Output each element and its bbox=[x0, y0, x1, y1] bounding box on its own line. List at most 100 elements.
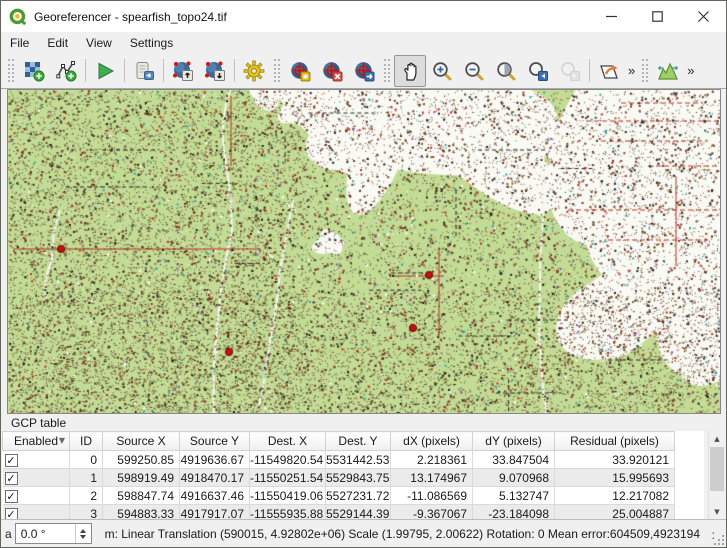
gcp-table-row[interactable]: ✓0599250.854919636.67-11549820.545531442… bbox=[3, 451, 675, 469]
gcp-cell: 2.218361 bbox=[391, 451, 473, 469]
menu-item-view[interactable]: View bbox=[77, 34, 121, 52]
spin-up-icon[interactable] bbox=[80, 529, 86, 533]
zoom-last-button[interactable] bbox=[522, 55, 554, 87]
col-header-residual[interactable]: Residual (pixels) bbox=[555, 432, 675, 451]
gcp-cell: 594883.33 bbox=[103, 505, 180, 520]
col-header-dest-y[interactable]: Dest. Y bbox=[326, 432, 391, 451]
link-georeferencer-button[interactable] bbox=[593, 55, 625, 87]
col-header-dy[interactable]: dY (pixels) bbox=[473, 432, 555, 451]
col-header-source-x[interactable]: Source X bbox=[103, 432, 180, 451]
gcp-enabled-checkbox[interactable]: ✓ bbox=[5, 490, 18, 503]
open-vector-button[interactable] bbox=[50, 55, 82, 87]
gcp-cell: -23.184098 bbox=[473, 505, 555, 520]
gear-icon bbox=[243, 60, 265, 82]
toolbar-overflow-chevron[interactable]: » bbox=[684, 63, 697, 78]
gcp-cell: 598847.74 bbox=[103, 487, 180, 505]
gcp-cell: 4918470.17 bbox=[180, 469, 250, 487]
save-gcp-points-button[interactable] bbox=[199, 55, 231, 87]
pan-button[interactable] bbox=[394, 55, 426, 87]
histogram-stretch-icon bbox=[657, 60, 679, 82]
toolbar-drag-handle[interactable] bbox=[274, 59, 280, 82]
rotation-value[interactable]: 0.0 ° bbox=[16, 527, 75, 541]
minimize-button[interactable] bbox=[588, 1, 634, 32]
zoom-out-button[interactable] bbox=[458, 55, 490, 87]
spin-down-icon[interactable] bbox=[80, 535, 86, 539]
link-georeferencer-icon bbox=[598, 60, 620, 82]
col-header-source-y[interactable]: Source Y bbox=[180, 432, 250, 451]
start-georeferencing-button[interactable] bbox=[89, 55, 121, 87]
toolbar-separator bbox=[589, 59, 590, 82]
rotation-spinbox[interactable]: 0.0 ° bbox=[15, 523, 92, 544]
menu-item-file[interactable]: File bbox=[1, 34, 38, 52]
gcp-cell: 4919636.67 bbox=[180, 451, 250, 469]
move-point-button[interactable] bbox=[348, 55, 380, 87]
gcp-cell: 5.132747 bbox=[473, 487, 555, 505]
maximize-button[interactable] bbox=[634, 1, 680, 32]
zoom-to-layer-icon bbox=[495, 60, 517, 82]
zoom-next-button[interactable] bbox=[554, 55, 586, 87]
histogram-stretch-button[interactable] bbox=[652, 55, 684, 87]
gcp-table-scrollbar[interactable]: ▲ ▼ bbox=[708, 431, 725, 519]
gcp-dock-title: GCP table bbox=[1, 414, 726, 431]
zoom-next-icon bbox=[559, 60, 581, 82]
gcp-cell: -9.367067 bbox=[391, 505, 473, 520]
georeference-map-canvas[interactable] bbox=[8, 90, 720, 413]
delete-point-icon bbox=[321, 60, 343, 82]
map-canvas-frame bbox=[7, 89, 721, 414]
close-button[interactable] bbox=[680, 1, 726, 32]
gcp-cell: 3 bbox=[70, 505, 103, 520]
gcp-table-row[interactable]: ✓1598919.494918470.17-11550251.545529843… bbox=[3, 469, 675, 487]
gcp-enabled-checkbox[interactable]: ✓ bbox=[5, 454, 18, 467]
col-header-dx[interactable]: dX (pixels) bbox=[391, 432, 473, 451]
title-bar: Georeferencer - spearfish_topo24.tif bbox=[1, 1, 726, 32]
col-header-id[interactable]: ID bbox=[70, 432, 103, 451]
menu-item-edit[interactable]: Edit bbox=[38, 34, 77, 52]
gcp-cell: 5529144.39 bbox=[326, 505, 391, 520]
georeferencer-window: { "window": { "title": "Georeferencer - … bbox=[0, 0, 727, 548]
gcp-enabled-checkbox[interactable]: ✓ bbox=[5, 508, 18, 519]
scroll-down-icon[interactable]: ▼ bbox=[709, 504, 725, 519]
delete-point-button[interactable] bbox=[316, 55, 348, 87]
gcp-cell: 4916637.46 bbox=[180, 487, 250, 505]
zoom-last-icon bbox=[527, 60, 549, 82]
gcp-cell: 13.174967 bbox=[391, 469, 473, 487]
toolbar: » » bbox=[1, 53, 726, 89]
menu-item-settings[interactable]: Settings bbox=[121, 34, 182, 52]
toolbar-drag-handle[interactable] bbox=[8, 59, 14, 82]
gcp-cell: 25.004887 bbox=[555, 505, 675, 520]
transformation-settings-button[interactable] bbox=[238, 55, 270, 87]
minimize-icon bbox=[606, 11, 617, 22]
rotation-label-clipped: a bbox=[1, 527, 15, 541]
gcp-cell: 33.920121 bbox=[555, 451, 675, 469]
gcp-table-wrap: Enabled▼ ID Source X Source Y Dest. X De… bbox=[2, 431, 704, 519]
zoom-to-layer-button[interactable] bbox=[490, 55, 522, 87]
gcp-table-row[interactable]: ✓3594883.334917917.07-11555935.885529144… bbox=[3, 505, 675, 520]
toolbar-drag-handle[interactable] bbox=[384, 59, 390, 82]
gcp-enabled-checkbox[interactable]: ✓ bbox=[5, 472, 18, 485]
toolbar-separator bbox=[163, 59, 164, 82]
add-point-icon bbox=[289, 60, 311, 82]
sort-descending-icon: ▼ bbox=[59, 436, 65, 445]
gcp-table-row[interactable]: ✓2598847.744916637.46-11550419.065527231… bbox=[3, 487, 675, 505]
toolbar-drag-handle[interactable] bbox=[642, 59, 648, 82]
gcp-cell: -11550251.54 bbox=[250, 469, 326, 487]
zoom-in-button[interactable] bbox=[426, 55, 458, 87]
gcp-cell: -11549820.54 bbox=[250, 451, 326, 469]
spinner-arrows[interactable] bbox=[75, 524, 91, 543]
toolbar-overflow-chevron[interactable]: » bbox=[625, 63, 638, 78]
add-point-button[interactable] bbox=[284, 55, 316, 87]
resize-grip[interactable] bbox=[713, 534, 725, 546]
zoom-out-icon bbox=[463, 60, 485, 82]
scroll-up-icon[interactable]: ▲ bbox=[709, 431, 725, 446]
gcp-table: Enabled▼ ID Source X Source Y Dest. X De… bbox=[2, 431, 675, 519]
menu-bar: File Edit View Settings bbox=[1, 32, 726, 53]
generate-gdal-script-button[interactable] bbox=[128, 55, 160, 87]
gcp-cell: 12.217082 bbox=[555, 487, 675, 505]
gdal-script-icon bbox=[133, 60, 155, 82]
scrollbar-thumb[interactable] bbox=[710, 447, 724, 491]
col-header-enabled[interactable]: Enabled▼ bbox=[3, 432, 70, 451]
col-header-dest-x[interactable]: Dest. X bbox=[250, 432, 326, 451]
open-raster-button[interactable] bbox=[18, 55, 50, 87]
load-gcp-points-button[interactable] bbox=[167, 55, 199, 87]
gcp-cell: -11550419.06 bbox=[250, 487, 326, 505]
